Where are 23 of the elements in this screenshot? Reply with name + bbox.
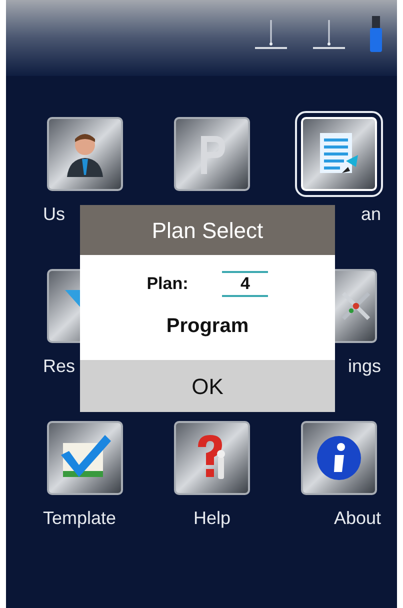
info-icon bbox=[315, 434, 363, 482]
menu-label: About bbox=[334, 507, 381, 529]
field-label: Plan: bbox=[146, 273, 188, 296]
menu-tile[interactable] bbox=[174, 117, 250, 191]
menu-label: Help bbox=[193, 507, 231, 529]
antenna-icon bbox=[253, 18, 289, 50]
menu-label: an bbox=[360, 203, 381, 225]
plan-input-field[interactable]: 4 bbox=[222, 271, 268, 297]
menu-tile[interactable] bbox=[174, 421, 250, 495]
menu-tile[interactable] bbox=[47, 117, 123, 191]
usb-stick-icon bbox=[369, 16, 383, 52]
program-label: Program bbox=[166, 314, 249, 339]
menu-tile[interactable] bbox=[301, 421, 377, 495]
dialog-title: Plan Select bbox=[80, 205, 335, 255]
ok-button[interactable]: OK bbox=[80, 360, 335, 412]
user-icon bbox=[65, 131, 105, 177]
menu-label: Us bbox=[43, 203, 65, 225]
menu-label: Template bbox=[43, 507, 116, 529]
menu-label: ings bbox=[348, 355, 381, 377]
antenna-icon bbox=[311, 18, 347, 50]
tools-icon bbox=[341, 291, 371, 321]
menu-tile[interactable] bbox=[47, 421, 123, 495]
menu-label: Res bbox=[43, 355, 76, 377]
